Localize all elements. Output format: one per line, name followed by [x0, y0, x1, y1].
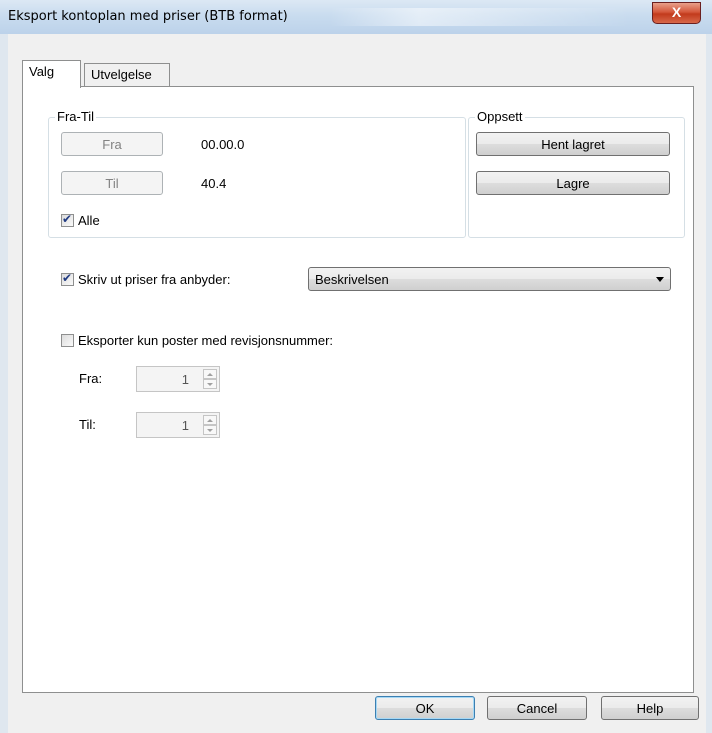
- lagre-button[interactable]: Lagre: [476, 171, 670, 195]
- revisjon-label: Eksporter kun poster med revisjonsnummer…: [78, 333, 334, 348]
- revisjon-checkbox[interactable]: [61, 334, 74, 347]
- alle-label: Alle: [78, 213, 100, 228]
- rev-til-spinner[interactable]: 1: [136, 412, 220, 438]
- til-button[interactable]: Til: [61, 171, 163, 195]
- rev-fra-spin-buttons: [203, 369, 217, 389]
- fra-til-legend: Fra-Til: [55, 109, 97, 124]
- cancel-button[interactable]: Cancel: [487, 696, 587, 720]
- window-border-left: [0, 34, 8, 733]
- priser-label: Skriv ut priser fra anbyder:: [78, 272, 231, 287]
- window-title: Eksport kontoplan med priser (BTB format…: [8, 9, 288, 24]
- hent-lagret-button[interactable]: Hent lagret: [476, 132, 670, 156]
- dialog-window: Eksport kontoplan med priser (BTB format…: [0, 0, 712, 733]
- til-value: 40.4: [201, 176, 227, 191]
- rev-til-value: 1: [181, 418, 189, 433]
- spin-up-icon[interactable]: [203, 369, 217, 379]
- spin-up-icon[interactable]: [203, 415, 217, 425]
- chevron-down-icon[interactable]: [656, 277, 664, 282]
- anbyder-select[interactable]: Beskrivelsen: [308, 267, 671, 291]
- ok-button[interactable]: OK: [375, 696, 475, 720]
- rev-til-label: Til:: [79, 417, 96, 432]
- tab-valg[interactable]: Valg: [22, 60, 81, 88]
- fra-value: 00.00.0: [201, 137, 245, 152]
- close-button[interactable]: X: [652, 2, 701, 24]
- anbyder-select-value: Beskrivelsen: [315, 272, 389, 287]
- rev-til-spin-buttons: [203, 415, 217, 435]
- fra-button[interactable]: Fra: [61, 132, 163, 156]
- spin-down-icon[interactable]: [203, 379, 217, 389]
- rev-fra-label: Fra:: [79, 371, 103, 386]
- help-button[interactable]: Help: [601, 696, 699, 720]
- priser-checkbox[interactable]: [61, 271, 74, 286]
- rev-fra-spinner[interactable]: 1: [136, 366, 220, 392]
- alle-checkbox[interactable]: [61, 212, 74, 227]
- title-bar[interactable]: Eksport kontoplan med priser (BTB format…: [0, 0, 712, 34]
- oppsett-legend: Oppsett: [475, 109, 525, 124]
- tab-utvelgelse[interactable]: Utvelgelse: [84, 63, 170, 86]
- tab-panel-valg: Fra-Til Fra 00.00.0 Til 40.4 Alle Oppset…: [22, 86, 694, 693]
- title-bar-glow: [330, 8, 630, 26]
- spin-down-icon[interactable]: [203, 425, 217, 435]
- window-border-right: [706, 34, 712, 733]
- rev-fra-value: 1: [181, 372, 189, 387]
